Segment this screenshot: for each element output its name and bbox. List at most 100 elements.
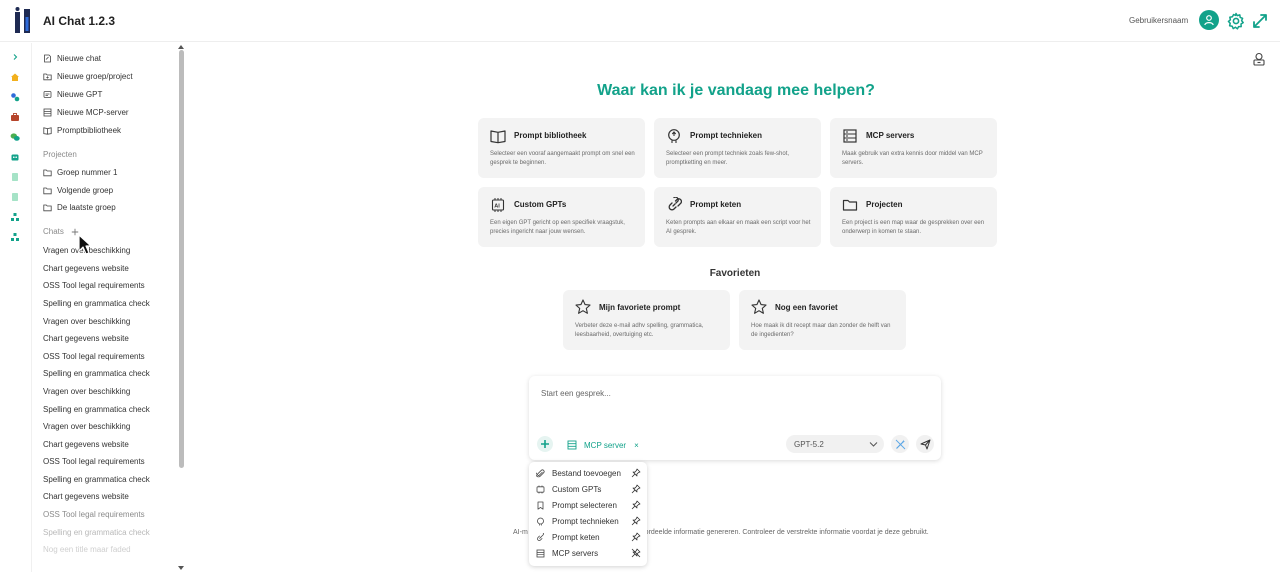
prompt-library-button[interactable]: Promptbibliotheek — [43, 123, 121, 137]
chat-item[interactable]: Chart gegevens website — [43, 264, 129, 273]
new-mcp-server-button[interactable]: Nieuwe MCP-server — [43, 105, 129, 119]
card-prompt-techniques[interactable]: Prompt technieken Selecteer een prompt t… — [654, 118, 821, 178]
app-logo[interactable] — [14, 7, 32, 34]
projects-label: Projecten — [43, 150, 77, 159]
pin-off-icon[interactable] — [631, 548, 641, 558]
send-icon — [920, 439, 930, 449]
chat-item[interactable]: Chart gegevens website — [43, 492, 129, 501]
chevron-down-icon — [869, 442, 878, 447]
card-projects[interactable]: Projecten Een project is een map waar de… — [830, 187, 997, 247]
menu-item-select-prompt[interactable]: Prompt selecteren — [536, 498, 642, 512]
chat-item[interactable]: Spelling en grammatica check — [43, 299, 150, 308]
document-icon[interactable] — [9, 191, 21, 203]
card-description: Selecteer een vooraf aangemaakt prompt o… — [490, 151, 635, 166]
add-button[interactable] — [537, 436, 553, 452]
robot-icon[interactable] — [9, 151, 21, 163]
server-icon — [567, 440, 577, 450]
project-label: Groep nummer 1 — [57, 167, 118, 177]
pin-icon[interactable] — [631, 468, 641, 478]
pin-icon[interactable] — [631, 484, 641, 494]
card-title: Nog een favoriet — [775, 303, 838, 312]
chat-item[interactable]: OSS Tool legal requirements — [43, 281, 145, 290]
agent-icon[interactable] — [1252, 52, 1266, 66]
card-prompt-library[interactable]: Prompt bibliotheek Selecteer een vooraf … — [478, 118, 645, 178]
card-mcp-servers[interactable]: MCP servers Maak gebruik van extra kenni… — [830, 118, 997, 178]
briefcase-icon[interactable] — [9, 111, 21, 123]
card-title: Mijn favoriete prompt — [599, 303, 681, 312]
chat-composer: MCP server × GPT-5.2 — [529, 376, 941, 460]
chat-item[interactable]: OSS Tool legal requirements — [43, 510, 145, 519]
new-group-button[interactable]: Nieuwe groep/project — [43, 69, 133, 83]
mcp-server-chip[interactable]: MCP server × — [567, 439, 639, 451]
chat-bubbles-icon[interactable] — [9, 131, 21, 143]
attach-menu: Bestand toevoegen Custom GPTs Prompt sel… — [529, 462, 647, 566]
model-select[interactable]: GPT-5.2 — [786, 435, 884, 453]
menu-item-prompt-chain[interactable]: Prompt keten — [536, 530, 642, 544]
chat-item[interactable]: Spelling en grammatica check — [43, 369, 150, 378]
project-item[interactable]: Volgende groep — [43, 183, 113, 197]
scroll-down-arrow[interactable] — [178, 566, 184, 570]
card-custom-gpts[interactable]: AI Custom GPTs Een eigen GPT gericht op … — [478, 187, 645, 247]
username[interactable]: Gebruikersnaam — [1129, 16, 1188, 25]
menu-label: Nieuwe groep/project — [57, 71, 133, 81]
new-chat-button[interactable]: Nieuwe chat — [43, 51, 101, 65]
project-item[interactable]: Groep nummer 1 — [43, 165, 117, 179]
disclaimer-start: AI-m — [513, 529, 528, 536]
expand-icon[interactable] — [1251, 12, 1269, 30]
card-title: Projecten — [866, 200, 903, 209]
favorite-card[interactable]: Mijn favoriete prompt Verbeter deze e-ma… — [563, 290, 730, 350]
network-icon[interactable] — [9, 231, 21, 243]
book-icon — [43, 126, 52, 135]
project-item[interactable]: De laatste groep — [43, 200, 116, 214]
app-header: AI Chat 1.2.3 Gebruikersnaam — [0, 0, 1280, 42]
favorite-card[interactable]: Nog een favoriet Hoe maak ik dit recept … — [739, 290, 906, 350]
chat-item[interactable]: Spelling en grammatica check — [43, 405, 150, 414]
bulb-icon — [537, 517, 544, 525]
pin-icon[interactable] — [631, 532, 641, 542]
icon-rail — [0, 43, 32, 572]
card-prompt-chain[interactable]: Prompt keten Keten prompts aan elkaar en… — [654, 187, 821, 247]
menu-item-mcp-servers[interactable]: MCP servers — [536, 546, 642, 560]
home-icon[interactable] — [9, 71, 21, 83]
chat-item[interactable]: Vragen over beschikking — [43, 387, 130, 396]
network-icon[interactable] — [9, 211, 21, 223]
chat-item[interactable]: OSS Tool legal requirements — [43, 352, 145, 361]
avatar[interactable] — [1199, 10, 1219, 30]
send-button[interactable] — [916, 435, 934, 453]
gear-icon[interactable] — [1227, 12, 1245, 30]
new-gpt-button[interactable]: Nieuwe GPT — [43, 87, 102, 101]
chat-item[interactable]: OSS Tool legal requirements — [43, 457, 145, 466]
sidebar: Nieuwe chat Nieuwe groep/project Nieuwe … — [33, 43, 189, 572]
card-title: Prompt technieken — [690, 131, 763, 140]
document-icon[interactable] — [9, 171, 21, 183]
chat-item[interactable]: Chart gegevens website — [43, 440, 129, 449]
menu-item-add-file[interactable]: Bestand toevoegen — [536, 466, 642, 480]
menu-item-custom-gpts[interactable]: Custom GPTs — [536, 482, 642, 496]
pin-icon[interactable] — [631, 500, 641, 510]
chat-item[interactable]: Nog een title maar faded — [43, 545, 131, 554]
server-icon — [536, 549, 545, 557]
star-icon — [751, 299, 767, 314]
ai-chip-icon — [536, 485, 545, 493]
chat-item[interactable]: Chart gegevens website — [43, 334, 129, 343]
magic-wand-button[interactable] — [891, 435, 909, 453]
close-icon[interactable]: × — [634, 441, 639, 450]
scroll-up-arrow[interactable] — [178, 45, 184, 49]
chat-item[interactable]: Vragen over beschikking — [43, 422, 130, 431]
chat-item[interactable]: Spelling en grammatica check — [43, 528, 150, 537]
menu-item-prompt-techniques[interactable]: Prompt technieken — [536, 514, 642, 528]
favorites-title: Favorieten — [709, 268, 761, 279]
menu-label: Nieuwe chat — [57, 53, 102, 63]
card-description: Maak gebruik van extra kennis door midde… — [842, 151, 983, 166]
chat-item[interactable]: Vragen over beschikking — [43, 317, 130, 326]
menu-label: Prompt keten — [552, 532, 600, 542]
chevron-right-icon[interactable] — [9, 51, 21, 63]
sidebar-scrollbar[interactable] — [179, 50, 184, 468]
plus-icon — [541, 440, 549, 448]
chat-item[interactable]: Spelling en grammatica check — [43, 475, 150, 484]
settings-cog-icon[interactable] — [9, 91, 21, 103]
pin-icon[interactable] — [631, 516, 641, 526]
chat-input[interactable] — [541, 385, 921, 401]
menu-label: Prompt selecteren — [552, 500, 617, 510]
folder-icon — [43, 169, 52, 176]
